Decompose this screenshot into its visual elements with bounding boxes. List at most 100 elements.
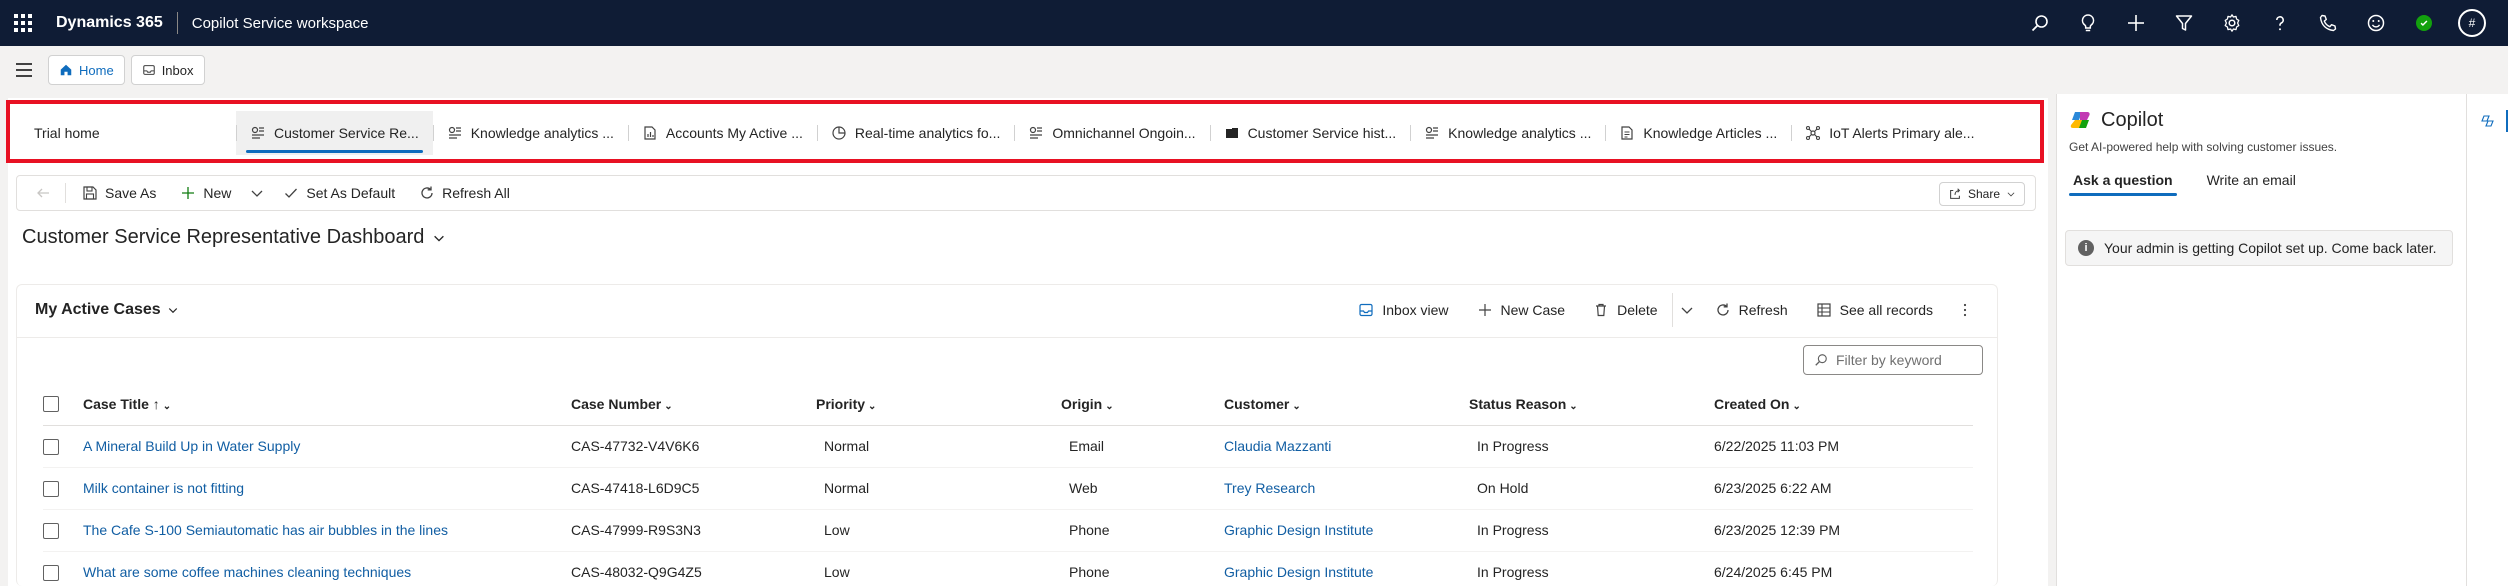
see-all-records-button[interactable]: See all records [1802,293,1947,327]
customer-link[interactable]: Claudia Mazzanti [1224,425,1469,468]
avatar: # [2458,9,2486,37]
customer-link[interactable]: Trey Research [1224,467,1469,510]
tab-omnichannel-ongoing[interactable]: Omnichannel Ongoin... [1014,111,1209,155]
refresh-button[interactable]: Refresh [1701,293,1802,327]
customer-link[interactable]: Graphic Design Institute [1224,509,1469,552]
more-commands-button[interactable] [1947,293,1983,327]
priority: Normal [816,425,1061,468]
session-tab-inbox[interactable]: Inbox [130,55,205,85]
column-header-origin[interactable]: Origin ⌄ [1061,383,1224,426]
tab-customer-service-historical[interactable]: Customer Service hist... [1209,111,1411,155]
row-checkbox[interactable] [43,467,83,510]
table-row[interactable]: A Mineral Build Up in Water Supply CAS-4… [43,425,1973,468]
new-button[interactable]: New [168,176,243,210]
new-case-button[interactable]: New Case [1463,293,1580,327]
case-title-link[interactable]: Milk container is not fitting [83,467,571,510]
tab-iot-alerts-primary[interactable]: IoT Alerts Primary ale... [1791,111,1988,155]
search-icon[interactable] [2016,0,2064,46]
refresh-icon [1716,303,1729,316]
tab-label: Knowledge Articles ... [1643,125,1778,141]
copilot-rail-button[interactable] [2475,108,2508,134]
app-name[interactable]: Copilot Service workspace [192,15,369,32]
row-checkbox[interactable] [43,551,83,586]
chevron-down-icon [251,190,263,197]
brand-name[interactable]: Dynamics 365 [56,14,163,32]
sort-ascending-icon: ↑ [152,395,160,412]
column-header-case-title[interactable]: Case Title ↑ ⌄ [83,383,571,426]
tab-trial-home[interactable]: Trial home [14,111,236,155]
tab-knowledge-articles[interactable]: Knowledge Articles ... [1605,111,1791,155]
filter-by-keyword-input[interactable]: Filter by keyword [1803,345,1983,375]
dashboard-selector[interactable]: Customer Service Representative Dashboar… [22,226,446,249]
search-icon [1815,354,1827,366]
table-row[interactable]: What are some coffee machines cleaning t… [43,551,1973,586]
row-checkbox[interactable] [43,509,83,552]
more-vertical-icon [1963,303,1967,317]
top-navigation-bar: Dynamics 365 Copilot Service workspace # [0,0,2508,46]
select-all-checkbox[interactable] [43,383,83,426]
session-tab-home[interactable]: Home [48,55,125,85]
more-delete-options-button[interactable] [1671,293,1701,327]
iot-icon [1806,125,1821,141]
inbox-view-label: Inbox view [1382,302,1449,318]
tab-knowledge-analytics-2[interactable]: Knowledge analytics ... [1410,111,1605,155]
hamburger-icon [16,61,32,79]
column-header-status-reason[interactable]: Status Reason ⌄ [1469,383,1714,426]
column-header-priority[interactable]: Priority ⌄ [816,383,1061,426]
lightbulb-icon[interactable] [2064,0,2112,46]
filter-icon[interactable] [2160,0,2208,46]
inbox-icon [142,65,155,75]
back-button[interactable] [25,176,61,210]
tab-real-time-analytics[interactable]: Real-time analytics fo... [816,111,1015,155]
column-header-case-number[interactable]: Case Number ⌄ [571,383,816,426]
copilot-tabs: Ask a question Write an email [2069,172,2300,196]
case-title-link[interactable]: A Mineral Build Up in Water Supply [83,425,571,468]
save-as-label: Save As [105,185,157,201]
tab-write-an-email[interactable]: Write an email [2203,172,2300,196]
tab-accounts-my-active[interactable]: Accounts My Active ... [627,111,817,155]
divider [17,337,1997,338]
case-number: CAS-48032-Q9G4Z5 [571,551,816,586]
presence-icon[interactable] [2400,0,2448,46]
smiley-icon[interactable] [2352,0,2400,46]
column-header-created-on[interactable]: Created On ⌄ [1714,383,1973,426]
inbox-view-button[interactable]: Inbox view [1344,293,1462,327]
row-checkbox[interactable] [43,425,83,468]
chevron-down-icon: ⌄ [1792,400,1801,412]
save-as-icon [83,186,97,200]
delete-button[interactable]: Delete [1579,293,1671,327]
plus-icon[interactable] [2112,0,2160,46]
tab-label: Real-time analytics fo... [854,125,1001,141]
chevron-down-icon: ⌄ [1105,400,1114,412]
tab-customer-service-representative[interactable]: Customer Service Re... [236,111,433,155]
filter-placeholder: Filter by keyword [1836,352,1942,368]
set-as-default-button[interactable]: Set As Default [271,176,407,210]
tab-knowledge-analytics-1[interactable]: Knowledge analytics ... [432,111,628,155]
phone-icon[interactable] [2304,0,2352,46]
site-map-button[interactable] [0,46,48,94]
case-title-link[interactable]: What are some coffee machines cleaning t… [83,551,571,586]
copilot-pane: Copilot Get AI-powered help with solving… [2056,94,2466,586]
app-launcher-button[interactable] [0,0,46,46]
waffle-icon [14,14,32,32]
user-avatar-button[interactable]: # [2448,0,2496,46]
status-reason: In Progress [1469,509,1714,552]
table-row[interactable]: Milk container is not fitting CAS-47418-… [43,467,1973,510]
gear-icon[interactable] [2208,0,2256,46]
new-dropdown-button[interactable] [243,176,271,210]
column-header-customer[interactable]: Customer ⌄ [1224,383,1469,426]
refresh-label: Refresh [1738,302,1788,318]
tab-label: Knowledge analytics ... [1448,125,1592,141]
table-row[interactable]: The Cafe S-100 Semiautomatic has air bub… [43,509,1973,552]
refresh-all-button[interactable]: Refresh All [407,176,522,210]
dashboard-icon [1030,126,1043,139]
help-icon[interactable] [2256,0,2304,46]
tab-ask-a-question[interactable]: Ask a question [2069,172,2177,196]
save-as-button[interactable]: Save As [70,176,168,210]
customer-link[interactable]: Graphic Design Institute [1224,551,1469,586]
tab-label: Knowledge analytics ... [470,125,614,141]
case-title-link[interactable]: The Cafe S-100 Semiautomatic has air bub… [83,509,571,552]
view-selector[interactable]: My Active Cases [35,301,179,319]
command-bar: Save As New Set As Default Refresh All S… [16,175,2036,211]
share-button[interactable]: Share [1938,182,2025,206]
